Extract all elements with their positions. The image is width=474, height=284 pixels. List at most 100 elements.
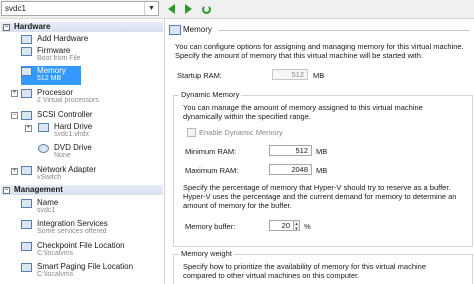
tree-item-detail: svdc1: [37, 207, 56, 214]
tree-item-dvd-drive[interactable]: DVD Drive None: [38, 143, 162, 161]
arrow-left-icon: [167, 4, 175, 14]
integration-services-icon: [21, 220, 32, 229]
checkpoint-icon: [21, 242, 32, 251]
tree-item-firmware[interactable]: Firmware Boot from File: [21, 46, 161, 64]
expand-icon[interactable]: +: [11, 90, 18, 97]
buffer-line-2: Hyper-V uses the percentage and the curr…: [183, 192, 457, 201]
dynamic-line-2: dynamically within the specified range.: [183, 112, 311, 121]
weight-line-1: Specify how to prioritize the availabili…: [183, 262, 427, 271]
settings-tree: − Hardware Add Hardware Firmware Boot fr…: [0, 19, 165, 284]
processor-icon: [21, 89, 32, 98]
memory-header: Memory: [169, 25, 469, 35]
tree-item-label: DVD Drive: [54, 143, 92, 152]
memory-intro: You can configure options for assigning …: [175, 42, 471, 60]
startup-ram-label: Startup RAM:: [177, 71, 223, 80]
tree-item-detail: C:\localvms: [37, 250, 74, 257]
tree-item-detail: Boot from File: [37, 55, 81, 62]
collapse-icon[interactable]: −: [3, 187, 10, 194]
expand-icon[interactable]: +: [25, 125, 32, 132]
buffer-line-3: amount of memory for the buffer.: [183, 201, 292, 210]
memory-weight-title: Memory weight: [179, 249, 234, 258]
hard-drive-icon: [38, 123, 49, 132]
page-title: Memory: [183, 25, 212, 34]
startup-ram-input[interactable]: 512: [272, 69, 308, 80]
tree-item-hard-drive[interactable]: Hard Drive svdc1.vhdx: [38, 122, 162, 140]
tree-item-label: SCSI Controller: [37, 110, 93, 119]
intro-line-1: You can configure options for assigning …: [175, 42, 464, 51]
vm-selector[interactable]: svdc1 ▼: [1, 1, 159, 16]
dvd-drive-icon: [38, 144, 49, 153]
buffer-line-1: Specify the percentage of memory that Hy…: [183, 183, 451, 192]
memory-icon: [169, 25, 181, 35]
dynamic-memory-description: You can manage the amount of memory assi…: [183, 103, 469, 121]
scsi-controller-icon: [21, 111, 32, 120]
tree-item-memory[interactable]: Memory 512 MB: [21, 66, 81, 85]
memory-icon: [21, 67, 32, 76]
tree-item-detail: C:\localvms: [37, 271, 74, 278]
tree-item-processor[interactable]: Processor 2 Virtual processors: [21, 88, 161, 106]
enable-dynamic-memory-label: Enable Dynamic Memory: [199, 128, 283, 137]
enable-dynamic-memory-checkbox[interactable]: [187, 128, 196, 137]
tree-item-label: Smart Paging File Location: [37, 262, 134, 271]
maximum-ram-input[interactable]: 2048: [269, 164, 312, 175]
network-adapter-icon: [21, 166, 32, 175]
management-section-header[interactable]: − Management: [1, 185, 163, 195]
memory-weight-description: Specify how to prioritize the availabili…: [183, 262, 469, 280]
tree-item-label: Processor: [37, 88, 74, 97]
memory-buffer-input[interactable]: 20: [269, 220, 294, 231]
unit-label: MB: [316, 147, 328, 156]
collapse-icon[interactable]: −: [11, 112, 18, 119]
arrow-right-icon: [184, 4, 192, 14]
tree-item-label: Checkpoint File Location: [37, 241, 125, 250]
tree-item-smart-paging-file-location[interactable]: Smart Paging File Location C:\localvms: [21, 262, 161, 280]
back-button[interactable]: [164, 2, 178, 16]
expand-icon[interactable]: +: [11, 168, 18, 175]
memory-buffer-spinner[interactable]: ▲ ▼: [294, 220, 300, 231]
smart-paging-icon: [21, 263, 32, 272]
tree-item-label: Integration Services: [37, 219, 108, 228]
forward-button[interactable]: [181, 2, 195, 16]
intro-line-2: Specify the amount of memory that this v…: [175, 51, 424, 60]
tree-item-detail: 512 MB: [37, 75, 62, 82]
memory-buffer-label: Memory buffer:: [185, 222, 236, 231]
vm-selector-value: svdc1: [5, 4, 26, 13]
tree-item-network-adapter[interactable]: Network Adapter vSwitch: [21, 165, 161, 183]
tree-item-label: Hard Drive: [54, 122, 93, 131]
dynamic-line-1: You can manage the amount of memory assi…: [183, 103, 423, 112]
chevron-down-icon[interactable]: ▼: [144, 2, 158, 15]
tree-item-detail: vSwitch: [37, 174, 62, 181]
maximum-ram-label: Maximum RAM:: [185, 166, 239, 175]
refresh-icon: [201, 4, 211, 14]
tree-item-detail: 2 Virtual processors: [37, 97, 99, 104]
buffer-description: Specify the percentage of memory that Hy…: [183, 183, 471, 210]
collapse-icon[interactable]: −: [3, 24, 10, 31]
percent-label: %: [304, 222, 311, 231]
unit-label: MB: [316, 166, 328, 175]
tree-item-label: Firmware: [37, 46, 71, 55]
tree-item-detail: None: [54, 152, 71, 159]
refresh-button[interactable]: [199, 2, 213, 16]
tree-item-label: Network Adapter: [37, 165, 97, 174]
divider: [219, 30, 469, 31]
management-section-label: Management: [14, 185, 63, 194]
tree-item-name[interactable]: Name svdc1: [21, 198, 161, 216]
tree-item-label: Name: [37, 198, 59, 207]
minimum-ram-label: Minimum RAM:: [185, 147, 237, 156]
tree-item-integration-services[interactable]: Integration Services Some services offer…: [21, 219, 161, 237]
tree-item-detail: svdc1.vhdx: [54, 131, 90, 138]
tree-item-detail: Some services offered: [37, 228, 107, 235]
tree-item-checkpoint-file-location[interactable]: Checkpoint File Location C:\localvms: [21, 241, 161, 259]
toolbar: svdc1 ▼: [0, 0, 474, 19]
add-hardware-icon: [21, 35, 32, 44]
hardware-section-header[interactable]: − Hardware: [1, 22, 163, 32]
unit-label: MB: [313, 71, 325, 80]
tree-item-label: Memory: [37, 66, 66, 75]
dynamic-memory-title: Dynamic Memory: [179, 90, 242, 99]
hardware-section-label: Hardware: [14, 22, 51, 31]
name-icon: [21, 199, 32, 208]
tree-item-label: Add Hardware: [37, 34, 89, 43]
memory-settings-pane: Memory You can configure options for ass…: [165, 19, 474, 284]
minimum-ram-input[interactable]: 512: [269, 145, 312, 156]
firmware-icon: [21, 47, 32, 56]
weight-line-2: compared to other virtual machines on th…: [183, 271, 360, 280]
